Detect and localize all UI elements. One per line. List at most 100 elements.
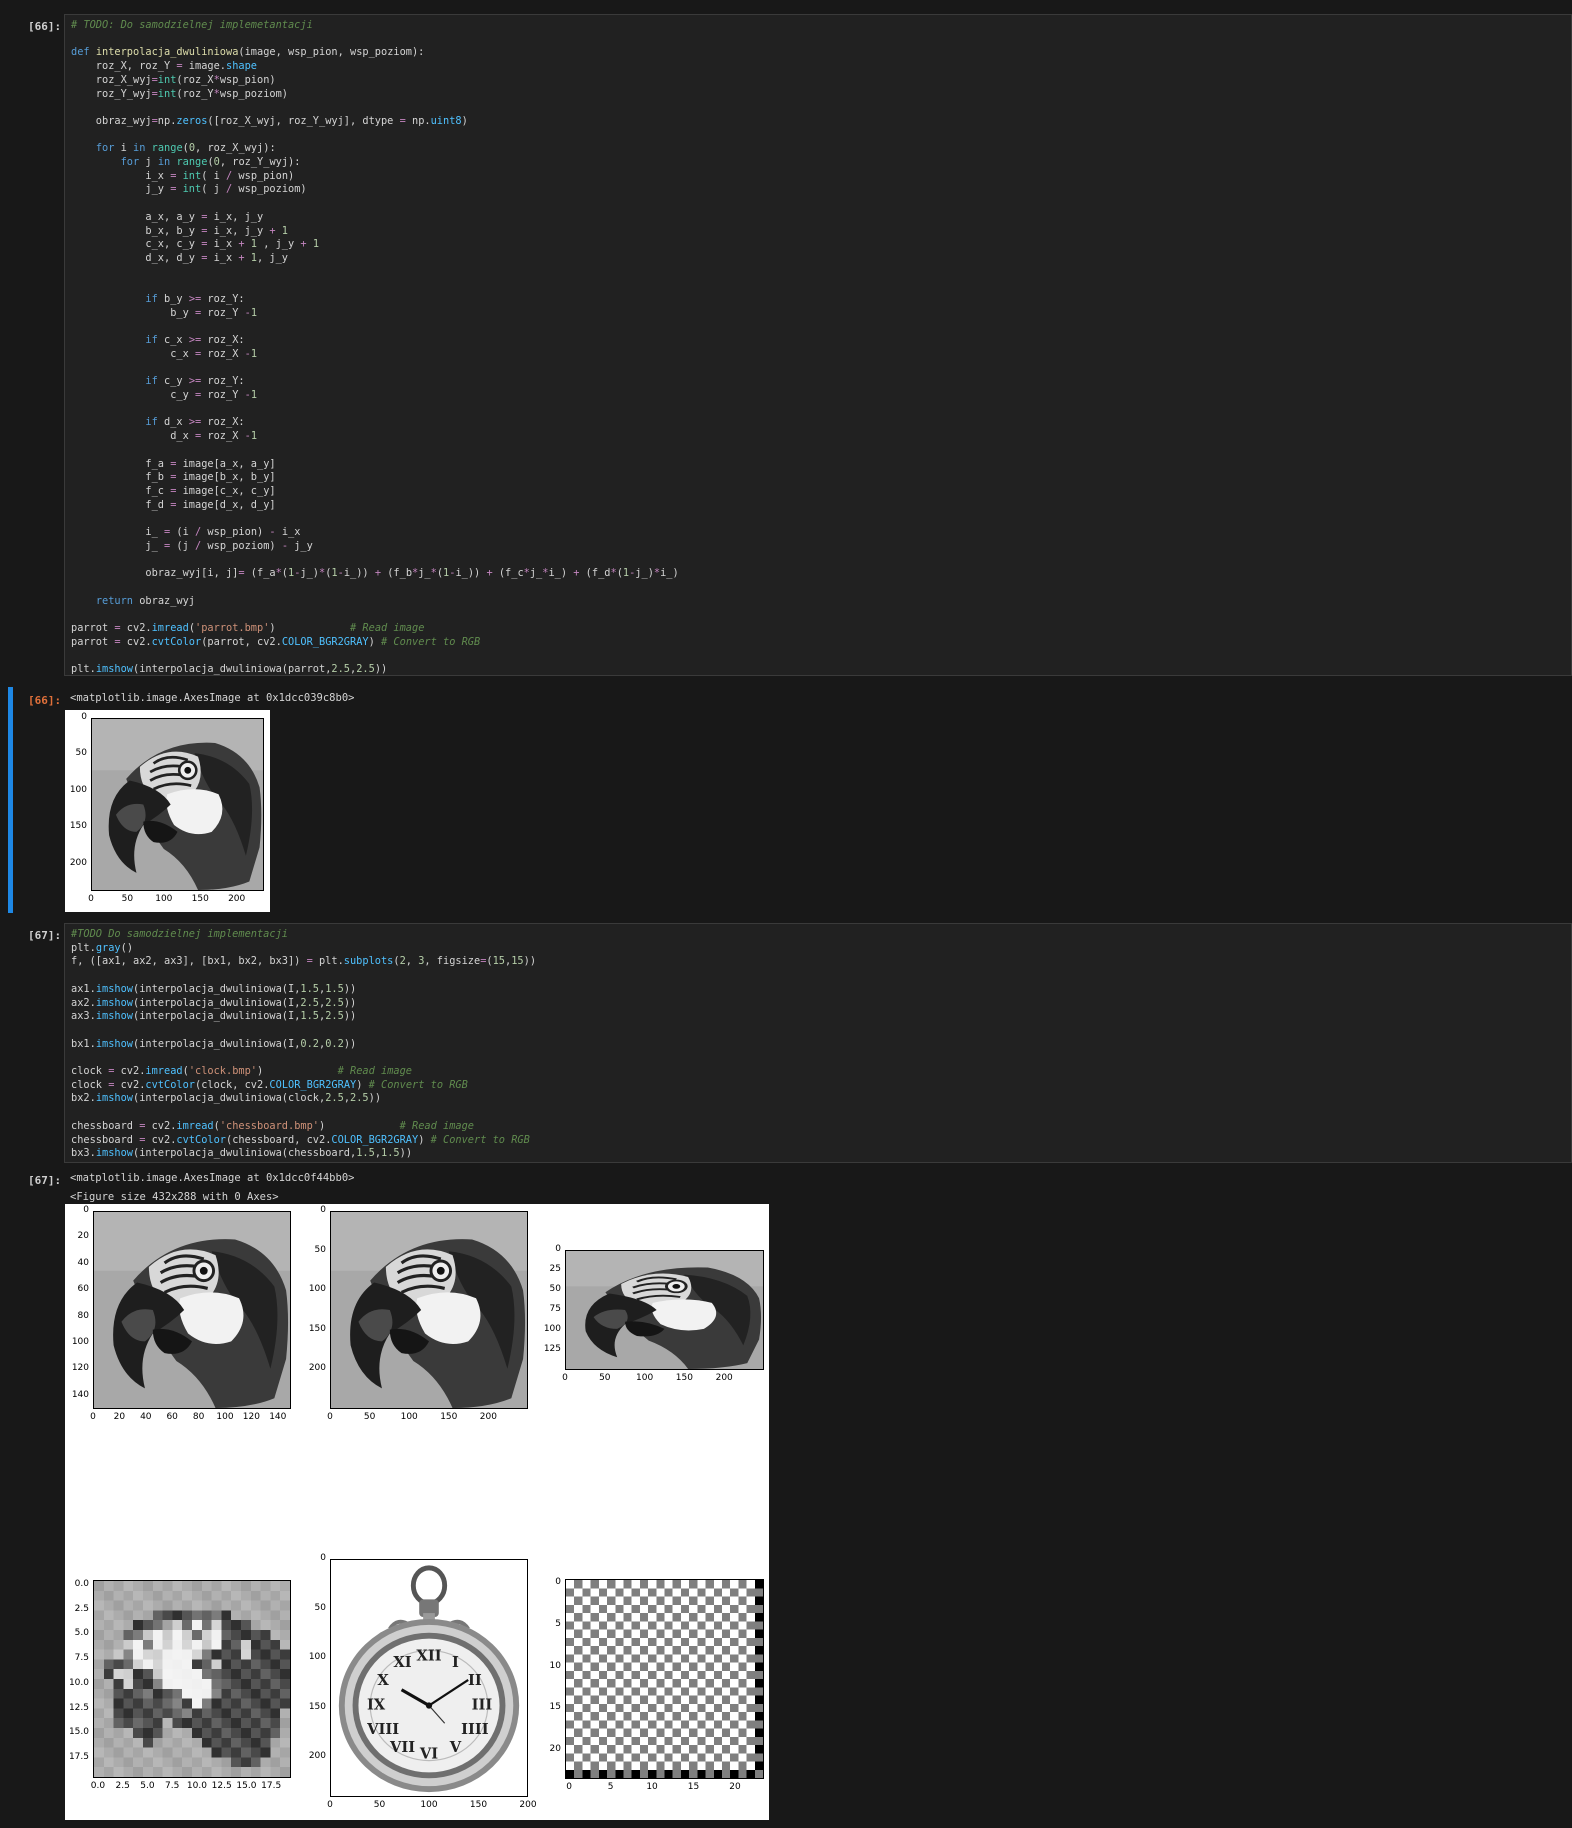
chess-square xyxy=(607,1712,616,1721)
cell-66-code-editor[interactable]: # TODO: Do samodzielnej implemetantacji … xyxy=(64,14,1572,676)
chess-square xyxy=(656,1736,665,1745)
x-tick-label: 80 xyxy=(192,1412,205,1422)
chess-square xyxy=(697,1670,706,1679)
pixel-block xyxy=(172,1757,183,1768)
pixel-block xyxy=(280,1610,290,1621)
x-tick-label: 50 xyxy=(121,894,134,904)
chess-square xyxy=(697,1687,706,1696)
chess-square xyxy=(648,1654,657,1663)
chess-square xyxy=(672,1687,681,1696)
pixel-block xyxy=(211,1590,222,1601)
chess-square xyxy=(598,1662,608,1671)
pixel-block xyxy=(250,1669,261,1679)
chess-square xyxy=(574,1596,583,1605)
cell-67-code[interactable]: #TODO Do samodzielnej implementacji plt.… xyxy=(65,924,1571,1165)
chess-square xyxy=(672,1637,681,1646)
chess-square xyxy=(631,1596,640,1605)
x-tick-label: 50 xyxy=(373,1800,386,1810)
y-tick-label: 15.0 xyxy=(68,1727,89,1738)
chess-square xyxy=(672,1753,681,1762)
chess-square xyxy=(574,1629,583,1638)
pixel-block xyxy=(103,1679,114,1689)
chess-square xyxy=(746,1712,755,1721)
pixel-block xyxy=(211,1620,222,1630)
y-tick-label: 0 xyxy=(555,1577,561,1588)
chess-square xyxy=(648,1621,657,1630)
active-cell-indicator[interactable] xyxy=(8,687,13,913)
chess-square xyxy=(664,1745,673,1754)
chess-square xyxy=(672,1654,681,1663)
pixel-block xyxy=(103,1620,114,1630)
chess-square xyxy=(746,1687,755,1696)
chess-square xyxy=(598,1588,608,1597)
pixel-block xyxy=(250,1718,261,1728)
chess-square xyxy=(721,1712,731,1721)
pixel-block xyxy=(133,1728,143,1738)
y-tick-label: 60 xyxy=(77,1284,89,1295)
chess-square xyxy=(631,1761,640,1770)
chess-square xyxy=(598,1720,608,1729)
pixel-block xyxy=(94,1737,104,1748)
pixel-block xyxy=(162,1590,173,1601)
chess-square xyxy=(680,1670,690,1679)
chess-square xyxy=(721,1596,731,1605)
chess-square xyxy=(730,1670,739,1679)
pixel-block xyxy=(162,1747,173,1758)
pixel-block xyxy=(221,1718,232,1728)
chess-square xyxy=(713,1654,722,1663)
pixel-block xyxy=(162,1639,173,1650)
chess-square xyxy=(598,1679,608,1688)
pixel-block xyxy=(250,1581,261,1591)
y-tick-label: 200 xyxy=(308,1751,326,1762)
pixel-block xyxy=(192,1669,202,1679)
chess-square xyxy=(730,1745,739,1754)
chess-square xyxy=(566,1753,575,1762)
chess-square xyxy=(746,1761,755,1770)
pixel-block xyxy=(162,1698,173,1709)
chess-square xyxy=(738,1654,747,1663)
pixel-block xyxy=(192,1747,202,1758)
chess-square xyxy=(607,1588,616,1597)
pixel-block xyxy=(94,1639,104,1650)
chess-square xyxy=(713,1736,722,1745)
y-tick-label: 0 xyxy=(320,1205,326,1215)
chess-square xyxy=(590,1580,599,1589)
chess-square xyxy=(623,1662,632,1671)
y-tick-label: 15 xyxy=(549,1702,561,1713)
pixel-block xyxy=(94,1679,104,1689)
pixel-block xyxy=(192,1698,202,1709)
x-tick-label: 100 xyxy=(216,1412,234,1422)
chess-square xyxy=(697,1712,706,1721)
chess-square xyxy=(574,1662,583,1671)
pixel-block xyxy=(260,1600,271,1611)
chess-square xyxy=(607,1695,616,1704)
y-tick-label: 100 xyxy=(71,1337,89,1347)
chess-square xyxy=(582,1687,591,1696)
chess-square xyxy=(721,1604,731,1613)
pixel-block xyxy=(231,1581,241,1591)
pixel-block xyxy=(280,1688,290,1699)
cell-66-code[interactable]: # TODO: Do samodzielnej implemetantacji … xyxy=(65,15,1571,681)
chess-square xyxy=(738,1646,747,1655)
x-tick-label: 10 xyxy=(646,1782,658,1792)
pixel-block xyxy=(143,1600,153,1611)
chess-square xyxy=(672,1629,681,1638)
pixel-block xyxy=(133,1698,143,1709)
chess-square xyxy=(590,1588,599,1597)
chess-square xyxy=(730,1720,739,1729)
pixel-block xyxy=(221,1649,232,1660)
cell-67-code-editor[interactable]: #TODO Do samodzielnej implementacji plt.… xyxy=(64,923,1572,1163)
chess-square xyxy=(730,1596,739,1605)
pixel-block xyxy=(143,1669,153,1679)
x-tick-label: 150 xyxy=(675,1373,693,1383)
clock-numeral: XI xyxy=(393,1654,411,1671)
pixel-block xyxy=(280,1639,290,1650)
chess-square xyxy=(566,1695,575,1704)
clock-numeral: IIII xyxy=(461,1721,489,1738)
chess-square xyxy=(623,1621,632,1630)
chess-square xyxy=(623,1679,632,1688)
pixel-block xyxy=(231,1767,241,1777)
chess-square xyxy=(730,1753,739,1762)
pixel-block xyxy=(103,1767,114,1777)
chess-square xyxy=(721,1753,731,1762)
